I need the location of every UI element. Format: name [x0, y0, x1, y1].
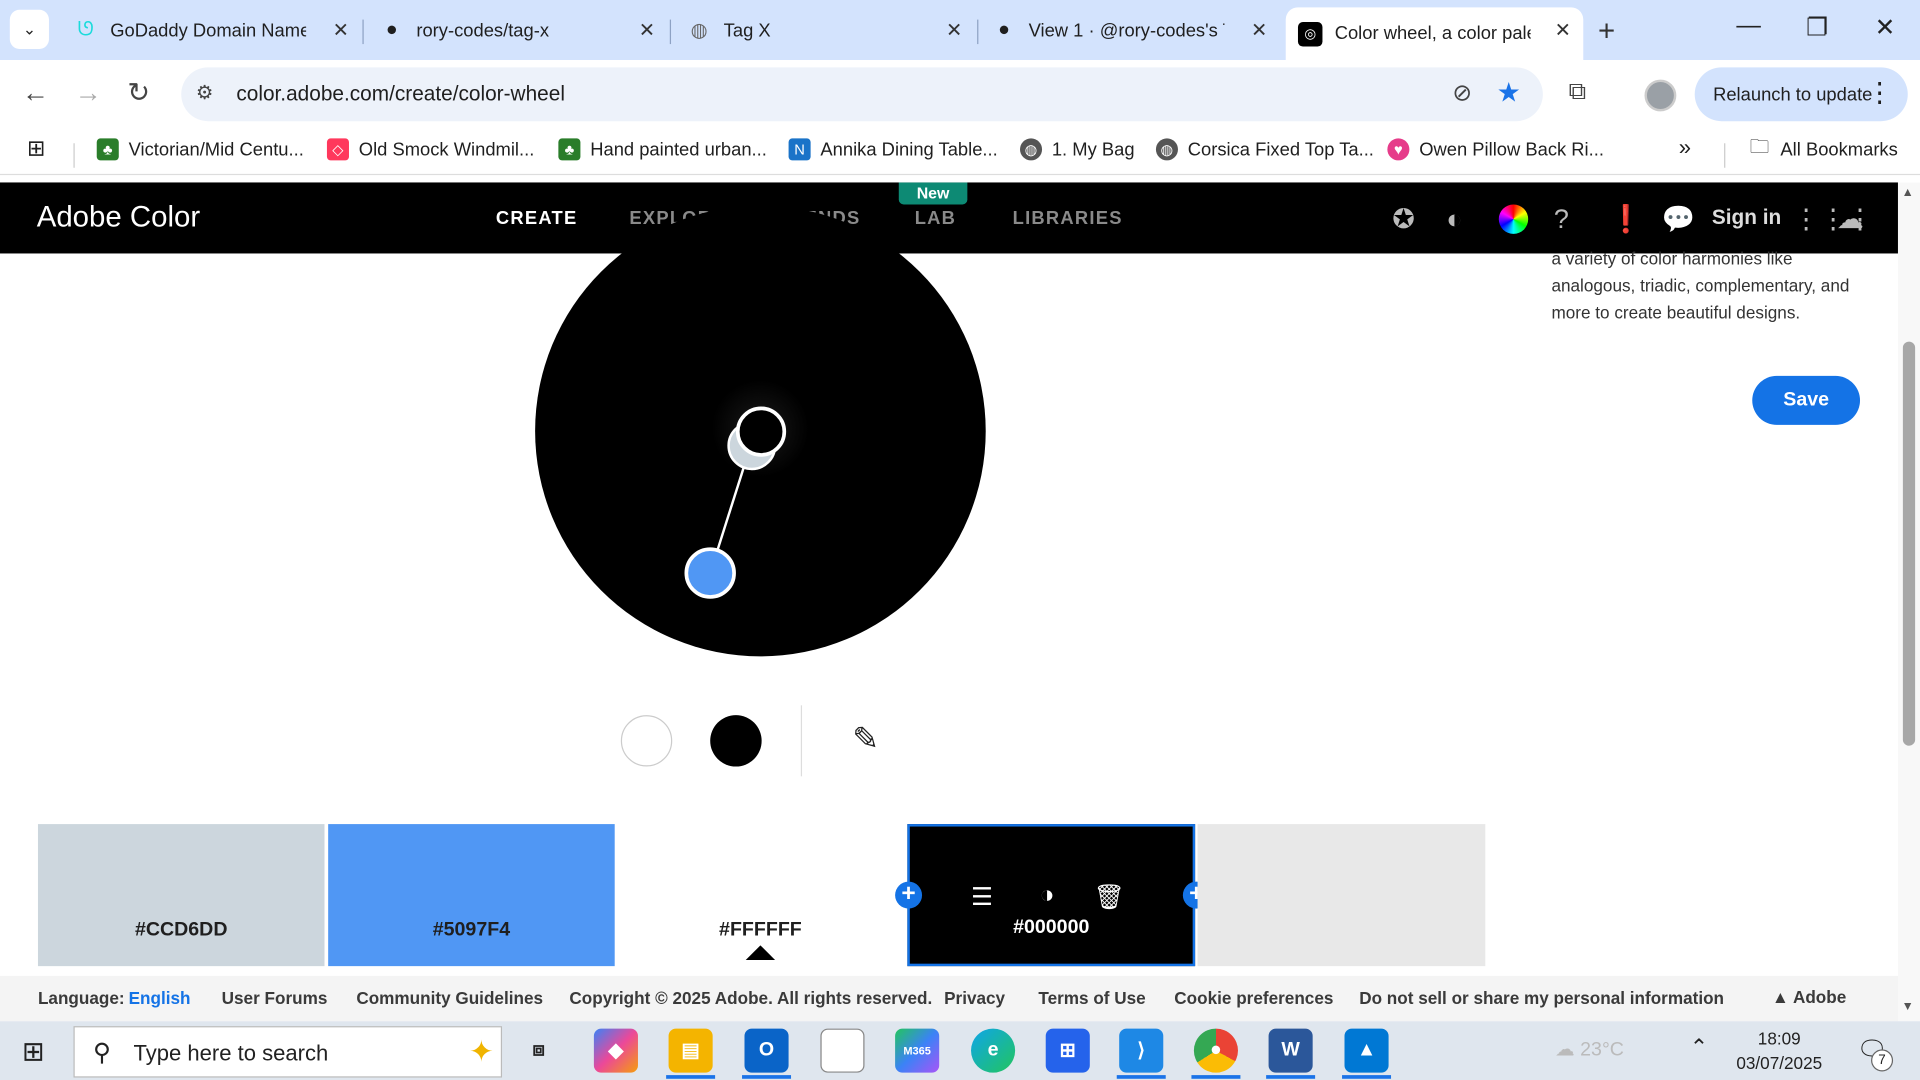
contrast-icon[interactable]: ◑ — [1040, 882, 1055, 910]
light-mode-toggle[interactable] — [620, 715, 673, 767]
running-indicator — [742, 1075, 792, 1079]
language-label: Language: — [37, 988, 125, 1008]
footer-link-do-not-sell[interactable]: Do not sell or share my personal informa… — [1359, 988, 1724, 1008]
windows-taskbar: ⊞ ⚲ Type here to search ✦ ⧈ ◆ ▤ O M365 e… — [0, 1021, 1920, 1080]
windows-start-icon[interactable]: ⊞ — [22, 1036, 45, 1068]
footer-link-community-guidelines[interactable]: Community Guidelines — [356, 988, 543, 1008]
scroll-up-icon[interactable]: ▲ — [1902, 186, 1914, 199]
m365-icon[interactable]: M365 — [895, 1028, 940, 1073]
adjust-sliders-icon[interactable]: ☰ — [971, 882, 993, 913]
adobe-a-icon: ▲ — [1771, 986, 1793, 1007]
scrollbar-thumb[interactable] — [1902, 341, 1916, 746]
running-indicator — [666, 1075, 716, 1079]
wheel-handle-selected[interactable] — [684, 547, 736, 599]
blank-document-icon[interactable] — [820, 1028, 865, 1073]
running-indicator — [1191, 1075, 1241, 1079]
system-clock[interactable]: 18:09 03/07/2025 — [1736, 1026, 1822, 1075]
tray-overflow-icon[interactable]: ⌃ — [1690, 1035, 1708, 1061]
search-icon: ⚲ — [93, 1039, 112, 1067]
edge-icon[interactable]: e — [971, 1028, 1016, 1073]
footer-link-cookies[interactable]: Cookie preferences — [1174, 988, 1333, 1008]
outlook-icon[interactable]: O — [744, 1028, 789, 1073]
scroll-down-icon[interactable]: ▼ — [1902, 1000, 1914, 1013]
dark-mode-toggle[interactable] — [710, 715, 762, 767]
chrome-icon[interactable]: ● — [1193, 1028, 1238, 1073]
ms-store-icon[interactable]: ⊞ — [1045, 1028, 1090, 1073]
notification-count-badge: 7 — [1871, 1049, 1894, 1072]
save-button[interactable]: Save — [1752, 375, 1861, 425]
intro-text: a variety of color harmonies like analog… — [1551, 248, 1850, 323]
vscode-icon[interactable]: ⟩ — [1119, 1028, 1164, 1073]
eyedropper-icon[interactable]: ✎ — [852, 720, 879, 758]
page-scrollbar[interactable]: ▲ ▼ — [1897, 182, 1920, 1022]
photos-icon[interactable]: ▲ — [1344, 1028, 1389, 1073]
mode-divider — [800, 705, 803, 777]
footer-link-terms[interactable]: Terms of Use — [1038, 988, 1145, 1008]
word-icon[interactable]: W — [1268, 1028, 1313, 1073]
sparkle-icon: ✦ — [468, 1035, 494, 1069]
running-indicator — [1116, 1075, 1166, 1079]
task-view-icon[interactable]: ⧈ — [517, 1029, 561, 1073]
running-indicator — [1342, 1075, 1392, 1079]
taskbar-search[interactable]: ⚲ Type here to search ✦ — [73, 1026, 503, 1078]
trash-icon[interactable]: 🗑 — [1093, 882, 1124, 913]
running-indicator — [1266, 1075, 1316, 1079]
footer-link-privacy[interactable]: Privacy — [944, 988, 1005, 1008]
weather-widget[interactable]: ☁ 23°C — [1555, 1037, 1624, 1061]
weather-cloud-icon: ☁ — [1555, 1039, 1581, 1061]
copyright-text: Copyright © 2025 Adobe. All rights reser… — [569, 988, 933, 1008]
selected-swatch-indicator — [745, 945, 776, 961]
adobe-footer-logo[interactable]: ▲ Adobe — [1772, 987, 1846, 1007]
footer-link-user-forums[interactable]: User Forums — [222, 988, 328, 1008]
copilot-icon[interactable]: ◆ — [593, 1028, 638, 1073]
language-selector[interactable]: English — [129, 988, 191, 1008]
swatch-2[interactable]: #5097F4 — [328, 824, 615, 967]
swatch-1[interactable]: #CCD6DD — [37, 824, 325, 967]
file-explorer-icon[interactable]: ▤ — [668, 1028, 713, 1073]
swatch-5[interactable] — [1197, 824, 1486, 967]
site-footer: Language: English User Forums Community … — [0, 975, 1898, 1022]
add-swatch-left-button[interactable]: + — [895, 881, 923, 909]
wheel-handle-base[interactable] — [735, 406, 787, 457]
